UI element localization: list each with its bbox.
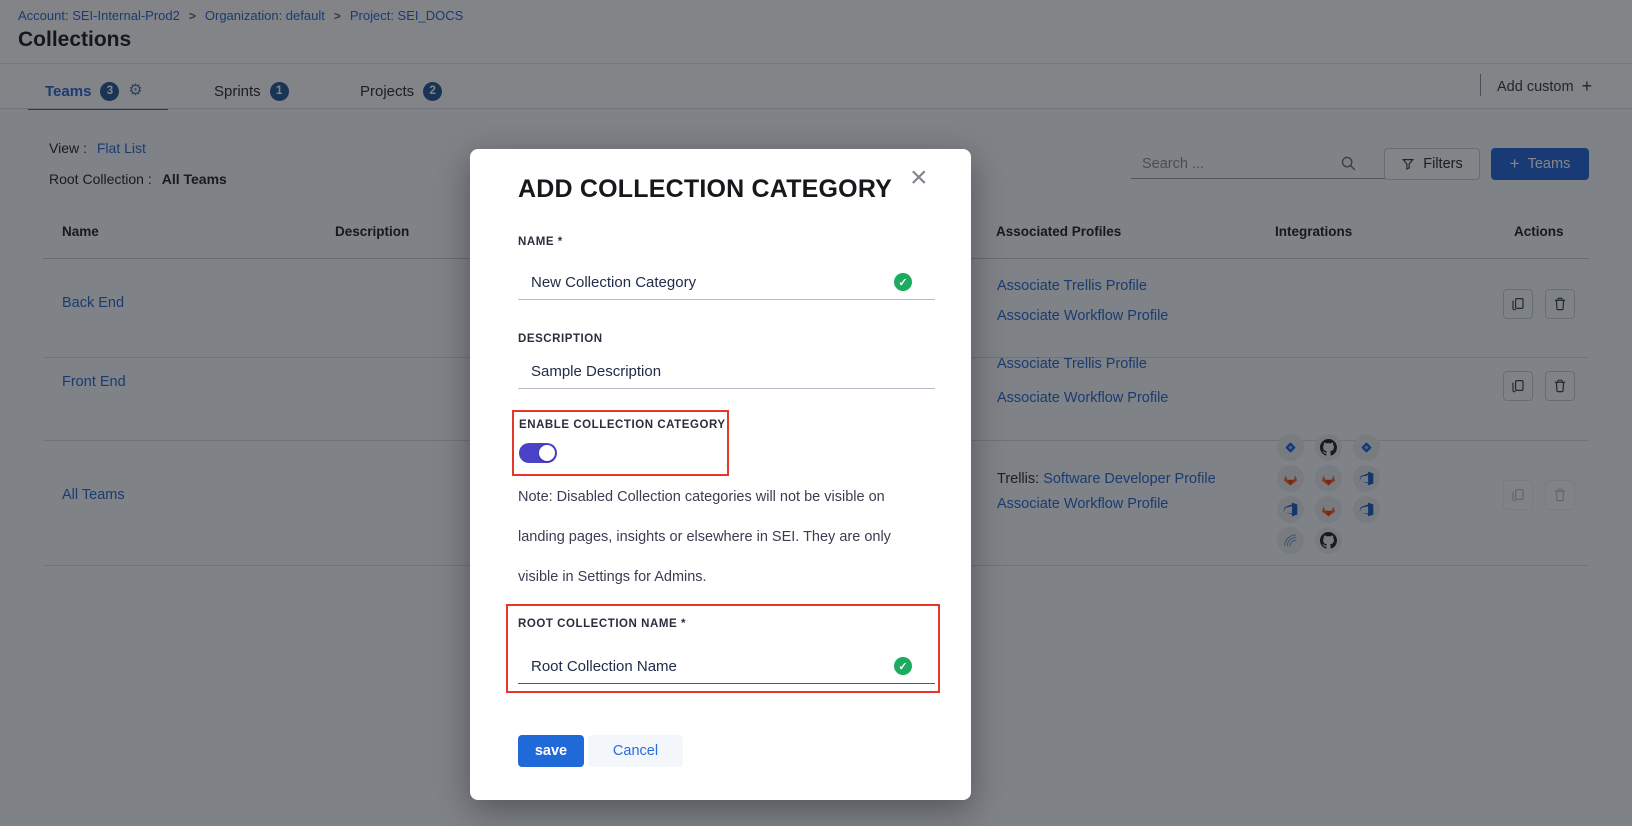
description-input[interactable]	[518, 354, 935, 389]
modal-title: ADD COLLECTION CATEGORY	[518, 175, 892, 204]
add-collection-category-modal: ADD COLLECTION CATEGORY × NAME * ✓ DESCR…	[470, 149, 971, 800]
cancel-button[interactable]: Cancel	[588, 735, 683, 767]
root-collection-name-input[interactable]	[518, 649, 935, 684]
enable-collection-toggle[interactable]	[519, 443, 557, 463]
description-field-label: DESCRIPTION	[518, 333, 603, 345]
note-line: visible in Settings for Admins.	[518, 557, 933, 597]
root-collection-name-label: ROOT COLLECTION NAME *	[518, 618, 686, 630]
valid-check-icon: ✓	[894, 273, 912, 291]
enable-category-label: ENABLE COLLECTION CATEGORY	[519, 419, 726, 431]
note-line: Note: Disabled Collection categories wil…	[518, 477, 933, 517]
note-line: landing pages, insights or elsewhere in …	[518, 517, 933, 557]
valid-check-icon: ✓	[894, 657, 912, 675]
name-input[interactable]	[518, 265, 935, 300]
name-field-label: NAME *	[518, 236, 563, 248]
app-root: Account: SEI-Internal-Prod2 > Organizati…	[0, 0, 1632, 826]
close-icon[interactable]: ×	[910, 163, 928, 193]
disabled-note-text: Note: Disabled Collection categories wil…	[518, 477, 933, 597]
toggle-knob	[539, 445, 555, 461]
save-button[interactable]: save	[518, 735, 584, 767]
